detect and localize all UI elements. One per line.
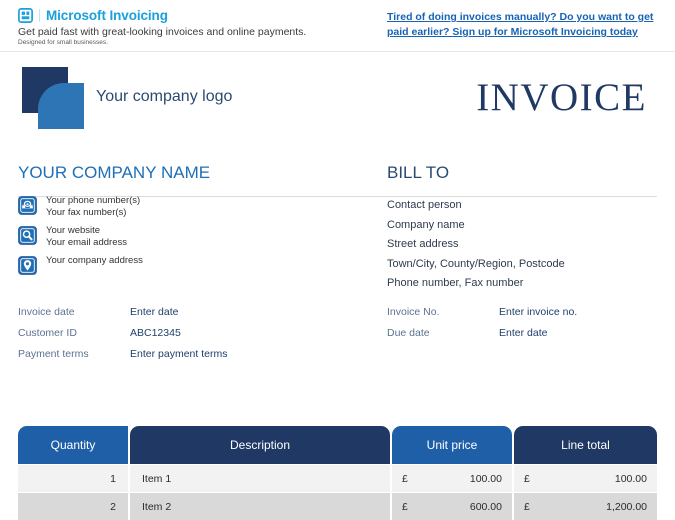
cell-quantity[interactable]: 1	[18, 465, 128, 492]
contact-text-web: Your website Your email address	[46, 225, 127, 248]
microsoft-invoicing-icon	[18, 8, 33, 23]
bill-to-line: Company name	[387, 218, 465, 231]
page-title: INVOICE	[476, 76, 647, 119]
promo-brand-name: Microsoft Invoicing	[46, 8, 168, 23]
bill-to-line: Street address	[387, 238, 459, 250]
invoice-no-value[interactable]: Enter invoice no.	[499, 302, 577, 323]
phone-icon	[18, 196, 37, 215]
invoice-meta-left: Invoice date Enter date Customer ID ABC1…	[18, 302, 227, 365]
address-line-1: Your company address	[46, 255, 143, 266]
invoice-header-row: Your company logo INVOICE	[0, 52, 675, 197]
table-row[interactable]: 2 Item 2 £ 600.00 £ 1,200.00	[18, 493, 657, 520]
location-pin-icon	[18, 256, 37, 275]
company-contact-list: Your phone number(s) Your fax number(s) …	[18, 195, 358, 275]
meta-label: Payment terms	[18, 348, 89, 360]
column-header-line-total[interactable]: Line total	[514, 426, 657, 464]
bill-to-line: Phone number, Fax number	[387, 277, 524, 289]
cell-quantity[interactable]: 2	[18, 493, 128, 520]
invoice-meta-right: Invoice No. Enter invoice no. Due date E…	[387, 302, 577, 344]
cell-line-total[interactable]: £ 1,200.00	[514, 493, 657, 520]
line-items-table: Quantity Description Unit price Line tot…	[18, 426, 657, 520]
currency-symbol: £	[402, 472, 408, 485]
line-total-amount: 1,200.00	[606, 500, 647, 513]
contact-text-address: Your company address	[46, 255, 143, 267]
contact-row-address: Your company address	[18, 255, 358, 275]
promo-banner: Microsoft Invoicing Get paid fast with g…	[0, 0, 675, 52]
cell-line-total[interactable]: £ 100.00	[514, 465, 657, 492]
currency-symbol: £	[524, 472, 530, 485]
unit-price-amount: 600.00	[469, 500, 502, 513]
meta-label: Invoice No.	[387, 306, 440, 318]
logo-square-front	[38, 83, 84, 129]
address-section: YOUR COMPANY NAME Your phone number(s) Y…	[0, 162, 675, 302]
column-header-description[interactable]: Description	[130, 426, 390, 464]
column-header-quantity[interactable]: Quantity	[18, 426, 128, 464]
promo-divider	[39, 9, 40, 22]
meta-row-due-date: Due date Enter date	[387, 323, 577, 344]
meta-row-invoice-no: Invoice No. Enter invoice no.	[387, 302, 577, 323]
unit-price-amount: 100.00	[469, 472, 502, 485]
bill-to-heading: BILL TO	[387, 163, 450, 182]
bill-to-lines: Contact person Company name Street addre…	[387, 196, 657, 294]
customer-id-value[interactable]: ABC12345	[130, 323, 181, 344]
bill-to-line: Town/City, County/Region, Postcode	[387, 257, 565, 270]
payment-terms-value[interactable]: Enter payment terms	[130, 344, 227, 365]
contact-row-phone: Your phone number(s) Your fax number(s)	[18, 195, 358, 218]
due-date-value[interactable]: Enter date	[499, 323, 547, 344]
meta-label: Invoice date	[18, 306, 75, 318]
company-logo-mark	[22, 67, 90, 129]
cell-description[interactable]: Item 1	[130, 465, 390, 492]
signup-link[interactable]: Tired of doing invoices manually? Do you…	[387, 10, 659, 40]
cell-unit-price[interactable]: £ 100.00	[392, 465, 512, 492]
promo-brand-line: Microsoft Invoicing	[18, 7, 306, 24]
meta-row-payment-terms: Payment terms Enter payment terms	[18, 344, 227, 365]
company-column: YOUR COMPANY NAME Your phone number(s) Y…	[18, 162, 358, 282]
cell-unit-price[interactable]: £ 600.00	[392, 493, 512, 520]
search-icon	[18, 226, 37, 245]
promo-subtagline: Designed for small businesses.	[18, 39, 108, 46]
bill-to-column: BILL TO Contact person Company name Stre…	[387, 162, 657, 294]
web-line-1: Your website	[46, 225, 101, 236]
column-header-unit-price[interactable]: Unit price	[392, 426, 512, 464]
currency-symbol: £	[524, 500, 530, 513]
phone-line-2: Your fax number(s)	[46, 206, 127, 218]
contact-text-phone: Your phone number(s) Your fax number(s)	[46, 195, 140, 218]
contact-row-web: Your website Your email address	[18, 225, 358, 248]
cell-description[interactable]: Item 2	[130, 493, 390, 520]
company-name-heading: YOUR COMPANY NAME	[18, 163, 211, 182]
bill-to-line: Contact person	[387, 199, 462, 211]
meta-row-invoice-date: Invoice date Enter date	[18, 302, 227, 323]
table-header-row: Quantity Description Unit price Line tot…	[18, 426, 657, 464]
logo-placeholder-text: Your company logo	[96, 88, 233, 105]
invoice-meta-section: Invoice date Enter date Customer ID ABC1…	[0, 302, 675, 368]
table-row[interactable]: 1 Item 1 £ 100.00 £ 100.00	[18, 465, 657, 492]
meta-label: Customer ID	[18, 327, 77, 339]
line-total-amount: 100.00	[614, 472, 647, 485]
meta-label: Due date	[387, 327, 430, 339]
currency-symbol: £	[402, 500, 408, 513]
phone-line-1: Your phone number(s)	[46, 195, 141, 206]
web-line-2: Your email address	[46, 236, 127, 248]
invoice-date-value[interactable]: Enter date	[130, 302, 178, 323]
meta-row-customer-id: Customer ID ABC12345	[18, 323, 227, 344]
promo-brand-block: Microsoft Invoicing Get paid fast with g…	[18, 7, 306, 47]
promo-tagline: Get paid fast with great-looking invoice…	[18, 26, 307, 38]
